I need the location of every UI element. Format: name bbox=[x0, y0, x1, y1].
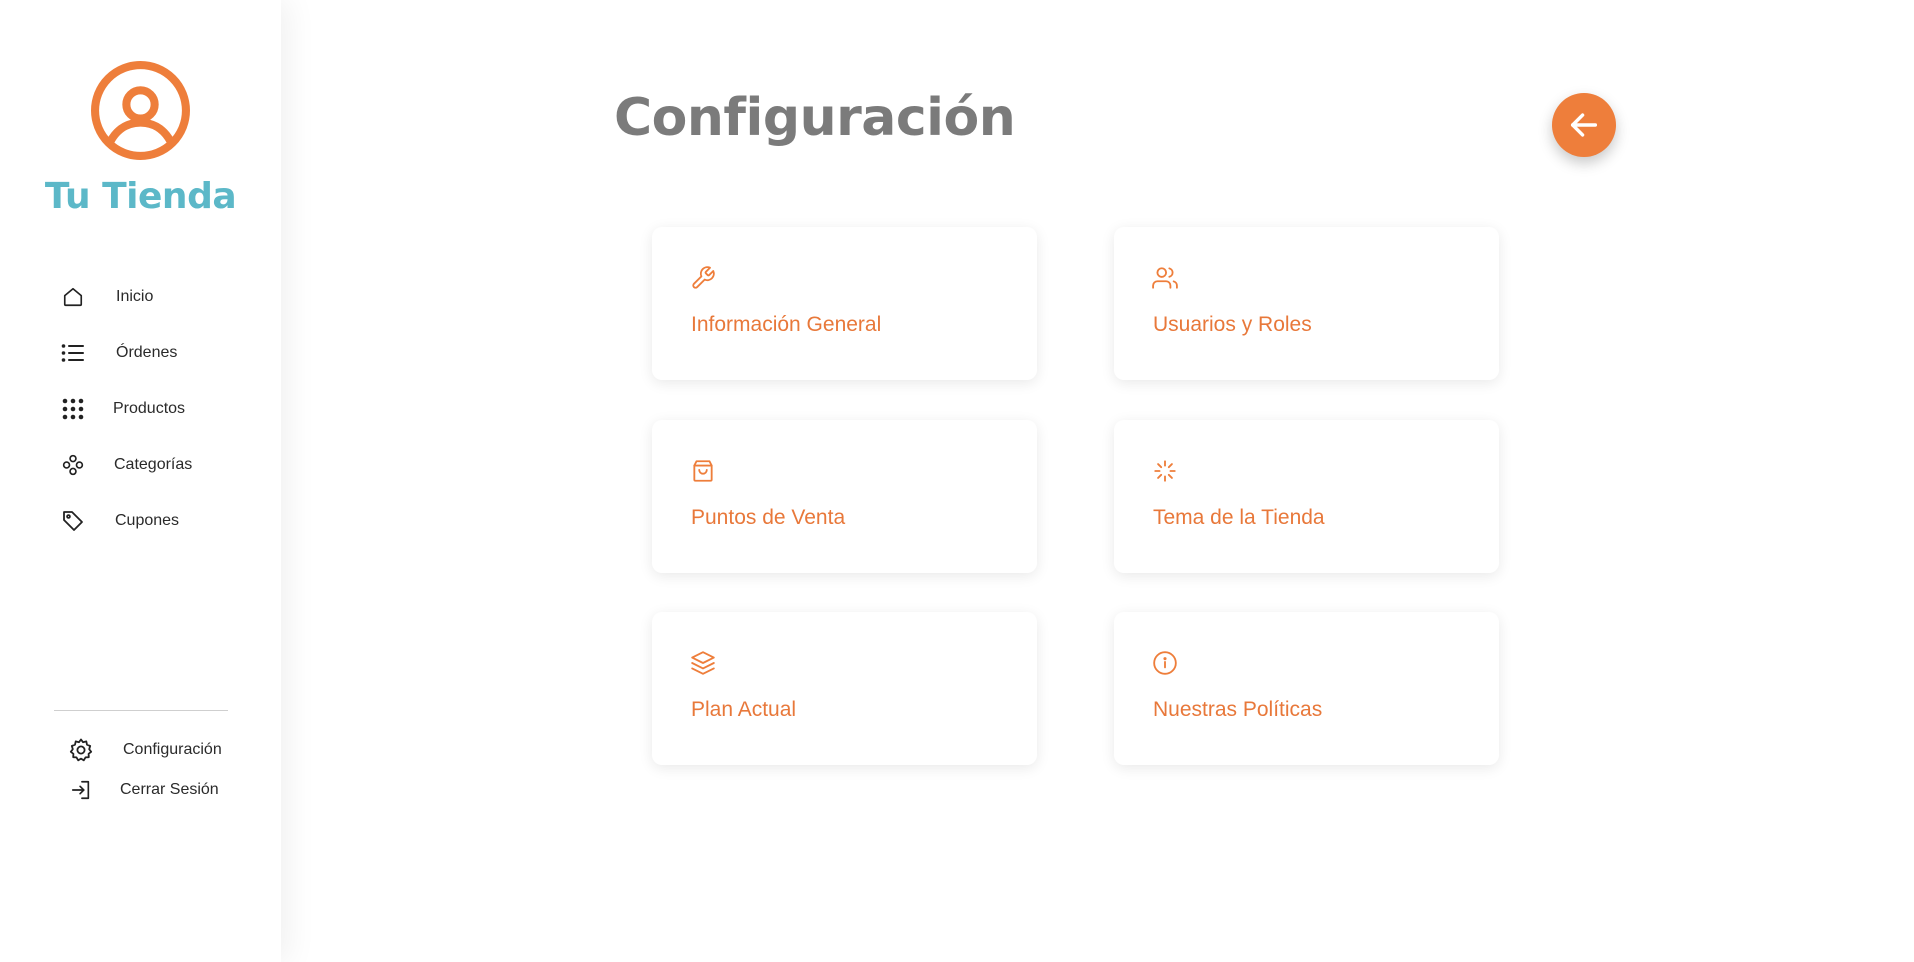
grid-icon bbox=[60, 396, 86, 422]
sidebar-divider bbox=[54, 710, 228, 711]
shopping-bag-icon bbox=[690, 458, 716, 484]
wrench-icon bbox=[690, 265, 716, 291]
back-button[interactable] bbox=[1552, 93, 1616, 157]
tag-icon bbox=[60, 508, 86, 534]
card-label: Nuestras Políticas bbox=[1153, 698, 1323, 721]
sidebar-item-inicio[interactable]: Inicio bbox=[60, 282, 153, 312]
card-informacion-general[interactable]: Información General bbox=[652, 227, 1037, 380]
user-circle-icon bbox=[90, 60, 191, 161]
sidebar-item-label: Configuración bbox=[123, 741, 222, 758]
sidebar-item-label: Cupones bbox=[115, 512, 180, 529]
sidebar-item-configuracion[interactable]: Configuración bbox=[68, 735, 222, 765]
card-label: Puntos de Venta bbox=[691, 506, 846, 529]
app-root: Tu Tienda Inicio Órdenes Productos Categ… bbox=[0, 0, 1914, 962]
info-icon bbox=[1152, 650, 1178, 676]
card-label: Usuarios y Roles bbox=[1153, 313, 1312, 336]
card-tema-de-la-tienda[interactable]: Tema de la Tienda bbox=[1114, 420, 1499, 573]
brand-name: Tu Tienda bbox=[44, 176, 237, 217]
home-icon bbox=[60, 284, 86, 310]
sidebar-item-label: Órdenes bbox=[116, 344, 178, 361]
card-label: Tema de la Tienda bbox=[1153, 506, 1325, 529]
card-label: Plan Actual bbox=[691, 698, 797, 721]
sidebar-item-label: Categorías bbox=[114, 456, 193, 473]
logout-icon bbox=[68, 777, 94, 803]
sidebar-item-productos[interactable]: Productos bbox=[60, 394, 185, 424]
sidebar-item-label: Inicio bbox=[116, 288, 154, 305]
gear-icon bbox=[68, 737, 94, 763]
card-nuestras-politicas[interactable]: Nuestras Políticas bbox=[1114, 612, 1499, 765]
sidebar-item-cupones[interactable]: Cupones bbox=[60, 506, 179, 536]
sidebar-item-categorias[interactable]: Categorías bbox=[60, 450, 192, 480]
categories-icon bbox=[60, 452, 86, 478]
list-icon bbox=[60, 340, 86, 366]
card-puntos-de-venta[interactable]: Puntos de Venta bbox=[652, 420, 1037, 573]
sidebar-item-label: Productos bbox=[113, 400, 186, 417]
sidebar-item-label: Cerrar Sesión bbox=[120, 781, 219, 798]
card-usuarios-y-roles[interactable]: Usuarios y Roles bbox=[1114, 227, 1499, 380]
sidebar-item-ordenes[interactable]: Órdenes bbox=[60, 338, 177, 368]
loader-icon bbox=[1152, 458, 1178, 484]
users-icon bbox=[1152, 265, 1178, 291]
layers-icon bbox=[690, 650, 716, 676]
page-title: Configuración bbox=[614, 88, 1016, 148]
arrow-left-icon bbox=[1567, 108, 1601, 142]
sidebar-item-cerrar-sesion[interactable]: Cerrar Sesión bbox=[68, 775, 219, 805]
sidebar: Tu Tienda Inicio Órdenes Productos Categ… bbox=[0, 0, 281, 962]
card-label: Información General bbox=[691, 313, 882, 336]
card-plan-actual[interactable]: Plan Actual bbox=[652, 612, 1037, 765]
